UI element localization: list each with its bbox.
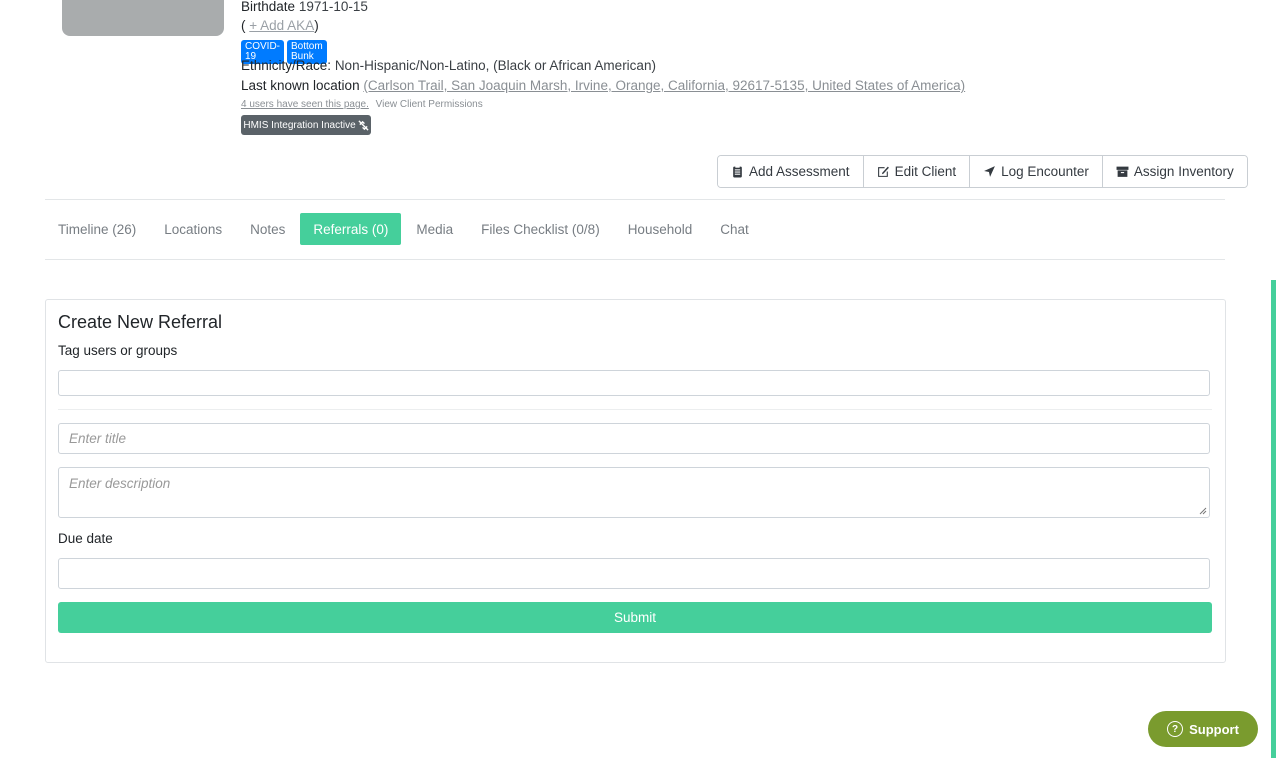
due-date-input[interactable]	[58, 558, 1210, 589]
tab-locations[interactable]: Locations	[151, 213, 235, 245]
location-line: Last known location (Carlson Trail, San …	[241, 78, 965, 93]
submit-button[interactable]: Submit	[58, 602, 1212, 633]
support-label: Support	[1189, 721, 1239, 737]
tag-users-input[interactable]	[58, 370, 1210, 396]
tab-media[interactable]: Media	[403, 213, 466, 245]
hmis-status-badge: HMIS Integration Inactive	[241, 115, 371, 135]
birthdate-value: 1971-10-15	[298, 0, 368, 14]
edit-client-label: Edit Client	[894, 164, 957, 179]
tab-chat[interactable]: Chat	[707, 213, 762, 245]
log-encounter-label: Log Encounter	[1001, 164, 1089, 179]
description-textarea[interactable]: Enter description	[58, 467, 1210, 518]
support-button[interactable]: ? Support	[1148, 711, 1258, 747]
add-assessment-label: Add Assessment	[749, 164, 850, 179]
viewers-line: 4 users have seen this page. View Client…	[241, 99, 483, 110]
description-placeholder: Enter description	[69, 476, 171, 491]
help-circle-icon: ?	[1167, 721, 1184, 737]
add-assessment-button[interactable]: Add Assessment	[718, 156, 864, 187]
tag-users-label: Tag users or groups	[58, 343, 178, 358]
edit-client-button[interactable]: Edit Client	[863, 156, 971, 187]
ethnicity-line: Ethnicity/Race: Non-Hispanic/Non-Latino,…	[241, 58, 656, 73]
unlink-icon	[358, 119, 369, 131]
due-date-label: Due date	[58, 531, 113, 546]
seen-by-link[interactable]: 4 users have seen this page.	[241, 99, 369, 110]
client-avatar	[62, 0, 224, 36]
assign-inventory-label: Assign Inventory	[1133, 164, 1234, 179]
archive-box-icon	[1116, 166, 1129, 177]
birthdate-line: Birthdate 1971-10-15	[241, 0, 368, 14]
tab-timeline[interactable]: Timeline (26)	[45, 213, 149, 245]
location-arrow-icon	[984, 166, 996, 177]
aka-close: )	[314, 18, 319, 33]
view-permissions-link[interactable]: View Client Permissions	[376, 99, 483, 110]
aka-open: (	[241, 18, 246, 33]
tab-referrals[interactable]: Referrals (0)	[300, 213, 402, 245]
log-encounter-button[interactable]: Log Encounter	[970, 156, 1103, 187]
assign-inventory-button[interactable]: Assign Inventory	[1102, 156, 1247, 187]
location-label: Last known location	[241, 78, 360, 93]
ethnicity-label: Ethnicity/Race:	[241, 58, 332, 73]
tab-household[interactable]: Household	[615, 213, 706, 245]
divider-tabs	[45, 259, 1225, 260]
client-actions-toolbar: Add Assessment Edit Client Log Encounter…	[717, 155, 1248, 188]
scrollbar[interactable]	[1271, 280, 1276, 758]
ethnicity-value: Non-Hispanic/Non-Latino, (Black or Afric…	[334, 58, 656, 73]
aka-line: ( + Add AKA)	[241, 18, 319, 33]
edit-icon	[877, 166, 889, 177]
birthdate-label: Birthdate	[241, 0, 296, 14]
card-title: Create New Referral	[58, 312, 223, 332]
title-input[interactable]: Enter title	[58, 423, 1210, 454]
hmis-label: HMIS Integration Inactive	[243, 119, 356, 131]
tab-notes[interactable]: Notes	[237, 213, 298, 245]
clipboard-icon	[733, 165, 742, 178]
location-link[interactable]: (Carlson Trail, San Joaquin Marsh, Irvin…	[363, 78, 965, 93]
client-tabs: Timeline (26) Locations Notes Referrals …	[45, 213, 764, 245]
divider-top	[45, 199, 1225, 200]
resize-grip-icon[interactable]	[1199, 507, 1207, 515]
add-aka-link[interactable]: + Add AKA	[249, 18, 314, 33]
tab-files-checklist[interactable]: Files Checklist (0/8)	[468, 213, 613, 245]
form-divider	[58, 409, 1212, 410]
create-referral-card: Create New Referral Tag users or groups …	[45, 299, 1226, 663]
